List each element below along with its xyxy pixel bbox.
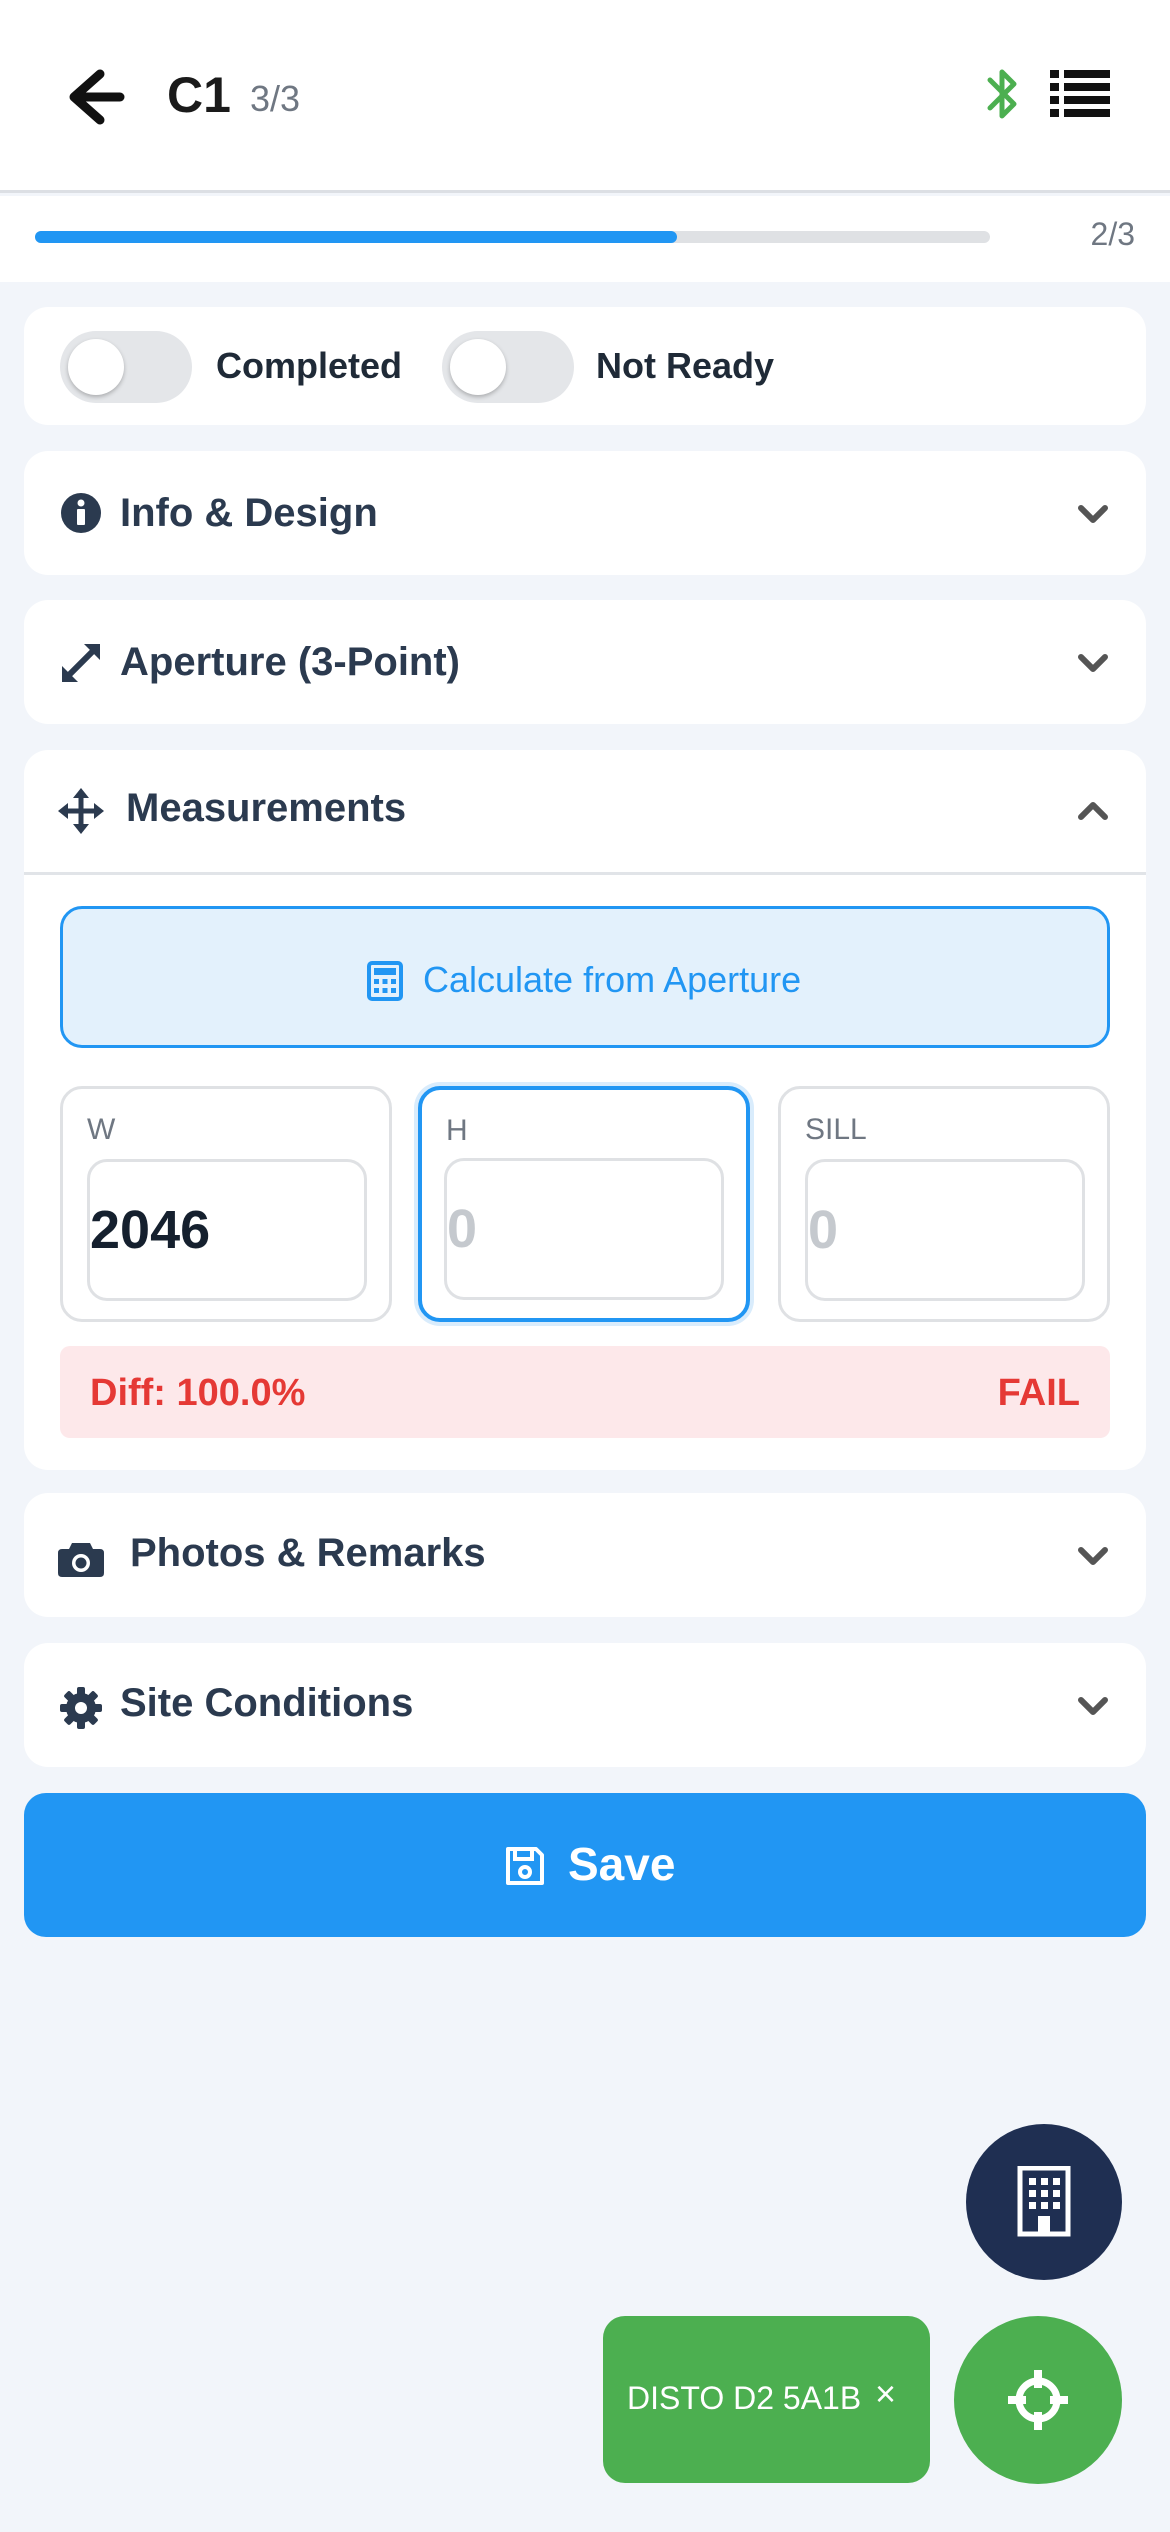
progress-section: 2/3 (0, 196, 1170, 282)
chevron-down-icon (1078, 654, 1108, 672)
save-button[interactable]: Save (24, 1793, 1146, 1937)
divider (24, 872, 1146, 875)
section-title: Photos & Remarks (130, 1531, 486, 1575)
toggle-knob (68, 339, 124, 395)
app-header: C1 3/3 (0, 0, 1170, 193)
measurements-header[interactable]: Measurements (24, 750, 1146, 872)
building-icon (1017, 2166, 1071, 2237)
section-info-design[interactable]: Info & Design (24, 451, 1146, 575)
not-ready-toggle[interactable] (442, 331, 574, 403)
width-input[interactable] (87, 1159, 367, 1301)
sill-input[interactable] (805, 1159, 1085, 1301)
height-label: H (446, 1114, 468, 1147)
device-name: DISTO D2 5A1B (627, 2380, 862, 2416)
section-photos-remarks[interactable]: Photos & Remarks (24, 1493, 1146, 1617)
toggle-knob (450, 339, 506, 395)
device-connection-chip[interactable]: DISTO D2 5A1B × (603, 2316, 930, 2483)
close-icon[interactable]: × (875, 2376, 896, 2412)
width-field-box: W (60, 1086, 392, 1322)
section-title: Aperture (3-Point) (120, 640, 460, 684)
completed-label: Completed (216, 345, 403, 386)
calculate-label: Calculate from Aperture (423, 959, 802, 1000)
diff-result-bar: Diff: 100.0% FAIL (60, 1346, 1110, 1438)
back-arrow-icon[interactable] (60, 62, 130, 132)
completed-toggle[interactable] (60, 331, 192, 403)
building-fab[interactable] (966, 2124, 1122, 2280)
sill-field-box: SILL (778, 1086, 1110, 1322)
page-title: C1 (167, 67, 231, 123)
info-icon (61, 493, 101, 533)
save-label: Save (568, 1838, 676, 1890)
gear-icon (60, 1687, 102, 1729)
status-toggles-card: Completed Not Ready (24, 307, 1146, 425)
crosshair-icon (1008, 2370, 1068, 2430)
measure-fab[interactable] (954, 2316, 1122, 2484)
bluetooth-icon[interactable] (982, 64, 1022, 124)
item-counter: 3/3 (250, 78, 301, 119)
expand-icon (62, 644, 100, 682)
camera-icon (58, 1543, 104, 1577)
height-field-box: H (418, 1086, 750, 1322)
progress-bar (35, 231, 990, 243)
diff-value: Diff: 100.0% (90, 1372, 306, 1414)
progress-fill (35, 231, 677, 243)
section-title: Site Conditions (120, 1681, 414, 1725)
calculator-icon (367, 961, 403, 1001)
section-site-conditions[interactable]: Site Conditions (24, 1643, 1146, 1767)
progress-label: 2/3 (1090, 216, 1135, 252)
section-measurements: Measurements Calculate from Aperture W H… (24, 750, 1146, 1470)
move-icon (58, 788, 104, 834)
list-icon[interactable] (1050, 68, 1110, 118)
chevron-down-icon (1078, 1547, 1108, 1565)
chevron-down-icon (1078, 505, 1108, 523)
chevron-up-icon (1078, 802, 1108, 820)
chevron-down-icon (1078, 1697, 1108, 1715)
save-icon (506, 1847, 544, 1885)
width-label: W (87, 1113, 116, 1146)
height-input[interactable] (444, 1158, 724, 1300)
diff-status-badge: FAIL (997, 1372, 1080, 1414)
not-ready-label: Not Ready (596, 345, 775, 386)
sill-label: SILL (805, 1113, 867, 1146)
calculate-from-aperture-button[interactable]: Calculate from Aperture (60, 906, 1110, 1048)
section-aperture[interactable]: Aperture (3-Point) (24, 600, 1146, 724)
section-title: Measurements (126, 786, 407, 830)
section-title: Info & Design (120, 491, 378, 535)
